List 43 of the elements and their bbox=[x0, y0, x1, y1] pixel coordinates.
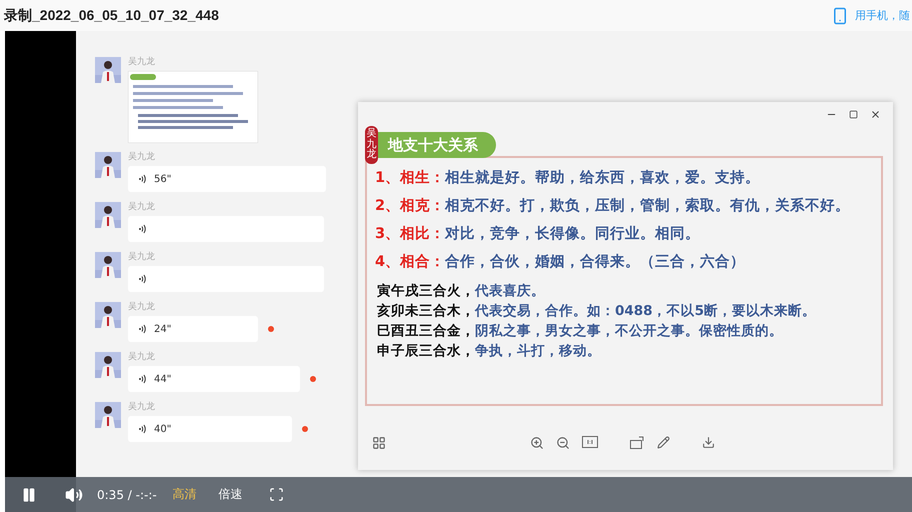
voice-icon bbox=[138, 424, 147, 434]
combination-line: 申子辰三合水，争执，斗打，移动。 bbox=[376, 342, 602, 360]
fullscreen-icon[interactable] bbox=[268, 487, 284, 502]
sender-name: 吴九龙 bbox=[128, 352, 156, 363]
volume-icon[interactable] bbox=[65, 486, 83, 504]
voice-message[interactable]: 56" bbox=[128, 166, 326, 192]
voice-icon bbox=[138, 374, 147, 384]
sender-name: 吴九龙 bbox=[128, 202, 156, 213]
voice-icon bbox=[138, 324, 147, 334]
grid-icon[interactable] bbox=[372, 436, 386, 450]
close-icon[interactable] bbox=[870, 108, 881, 120]
voice-message[interactable]: 24" bbox=[128, 316, 258, 342]
voice-message[interactable]: 40" bbox=[128, 416, 292, 442]
playback-time: 0:35 / -:-:- bbox=[97, 488, 157, 502]
recording-title: 录制_2022_06_05_10_07_32_448 bbox=[4, 6, 219, 24]
actual-size-icon[interactable] bbox=[582, 436, 598, 450]
relation-line: 3、相比：对比，竞争，长得像。同行业。相同。 bbox=[375, 224, 702, 243]
relation-line: 2、相克：相克不好。打，欺负，压制，管制，索取。有仇，关系不好。 bbox=[375, 196, 852, 215]
maximize-icon[interactable] bbox=[849, 110, 858, 118]
sender-name: 吴九龙 bbox=[128, 252, 156, 263]
voice-icon bbox=[138, 274, 147, 284]
speed-button[interactable]: 倍速 bbox=[218, 486, 243, 503]
voice-icon bbox=[138, 174, 147, 184]
relation-line: 4、相合：合作，合伙，婚姻，合得来。（三合，六合） bbox=[375, 252, 746, 271]
author-tag: 吴九龙 bbox=[365, 126, 378, 164]
pause-button[interactable] bbox=[21, 486, 37, 502]
slide-title: 地支十大关系 bbox=[376, 132, 496, 158]
sender-name: 吴九龙 bbox=[128, 302, 156, 313]
download-icon[interactable] bbox=[702, 436, 715, 450]
voice-message[interactable]: 44" bbox=[128, 366, 300, 392]
phone-icon[interactable] bbox=[831, 6, 849, 24]
combination-line: 巳酉丑三合金，阴私之事，男女之事，不公开之事。保密性质的。 bbox=[376, 322, 784, 340]
sender-name: 吴九龙 bbox=[128, 402, 156, 413]
sender-name: 吴九龙 bbox=[128, 57, 156, 68]
zoom-in-icon[interactable] bbox=[530, 436, 544, 450]
combination-line: 亥卯未三合木，代表交易，合作。如：0488，不以5断，要以木来断。 bbox=[376, 302, 817, 320]
voice-icon bbox=[138, 224, 147, 234]
zoom-out-icon[interactable] bbox=[556, 436, 570, 450]
relation-line: 1、相生：相生就是好。帮助，给东西，喜欢，爱。支持。 bbox=[375, 168, 762, 187]
pencil-icon[interactable] bbox=[657, 436, 670, 450]
rotate-icon[interactable] bbox=[630, 436, 645, 450]
combination-line: 寅午戌三合火，代表喜庆。 bbox=[376, 282, 546, 300]
sender-name: 吴九龙 bbox=[128, 152, 156, 163]
